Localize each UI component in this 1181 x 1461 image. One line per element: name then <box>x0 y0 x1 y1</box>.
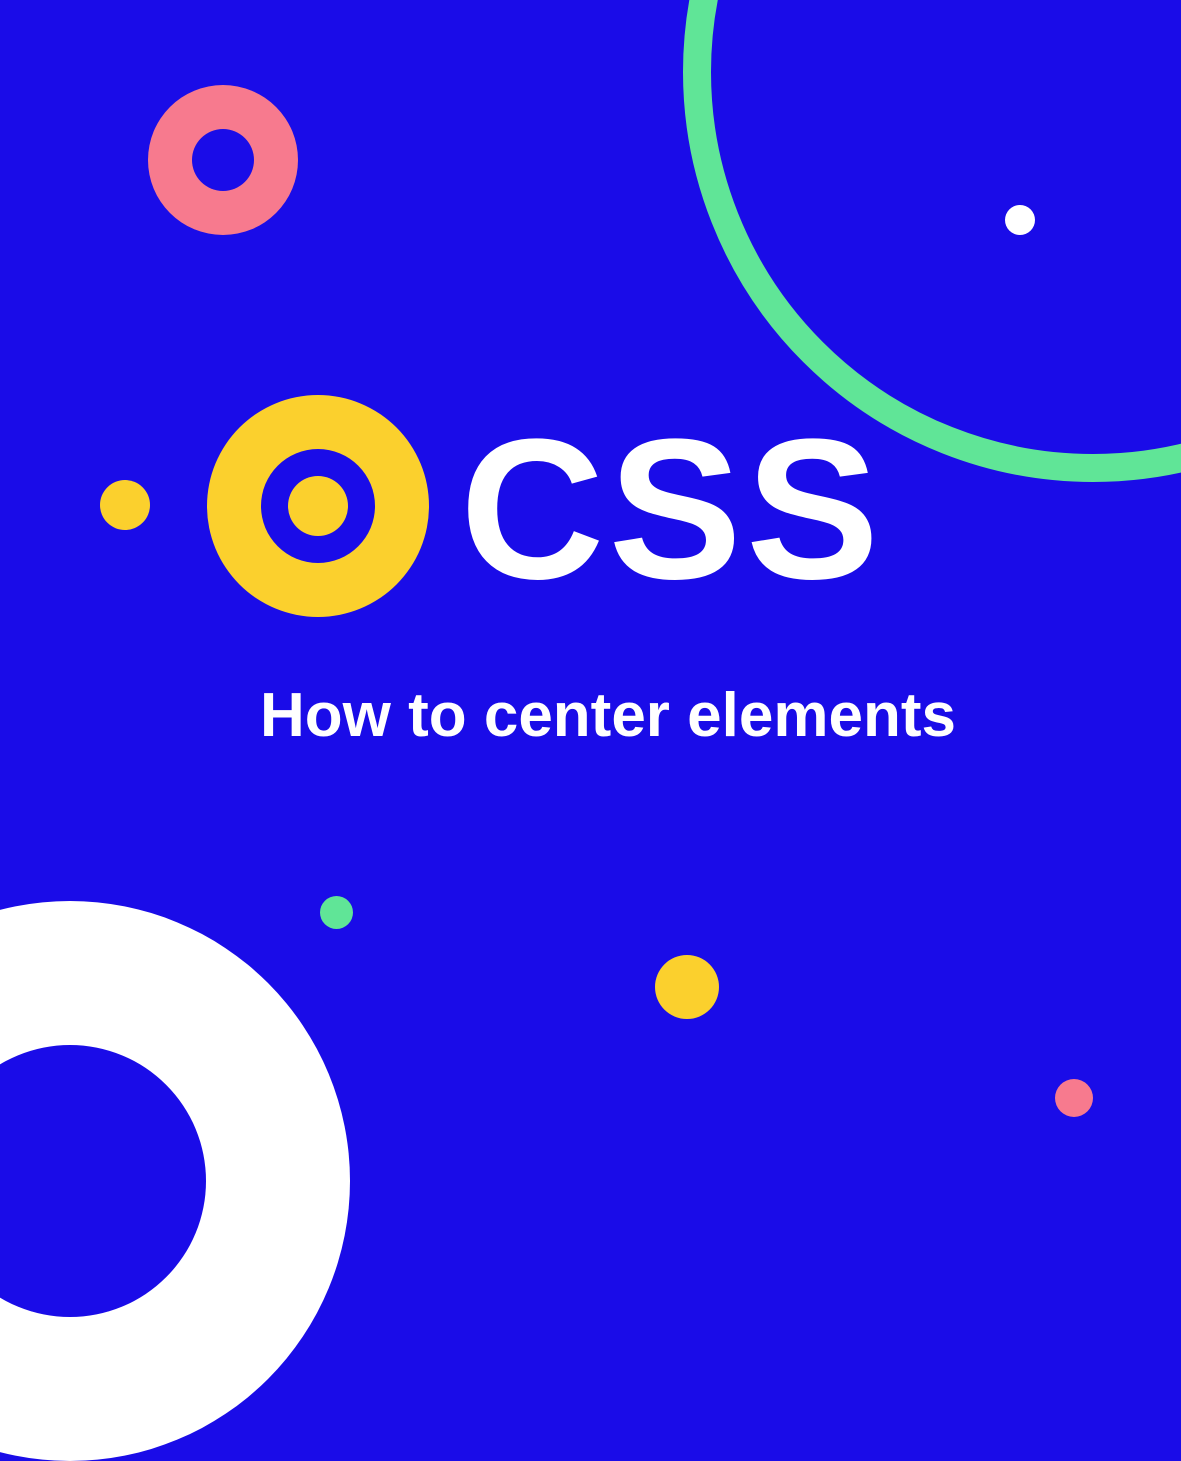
yellow-dot-small-icon <box>100 480 150 530</box>
subtitle-text: How to center elements <box>260 680 956 751</box>
yellow-bullseye-icon <box>207 395 429 617</box>
white-dot-icon <box>1005 205 1035 235</box>
yellow-dot-bottom-icon <box>655 955 719 1019</box>
pink-dot-icon <box>1055 1079 1093 1117</box>
main-title: CSS <box>460 395 883 625</box>
pink-ring-icon <box>148 85 298 235</box>
white-ring-icon <box>0 901 350 1461</box>
graphic-canvas: CSS How to center elements <box>0 0 1181 1181</box>
green-dot-icon <box>320 896 353 929</box>
